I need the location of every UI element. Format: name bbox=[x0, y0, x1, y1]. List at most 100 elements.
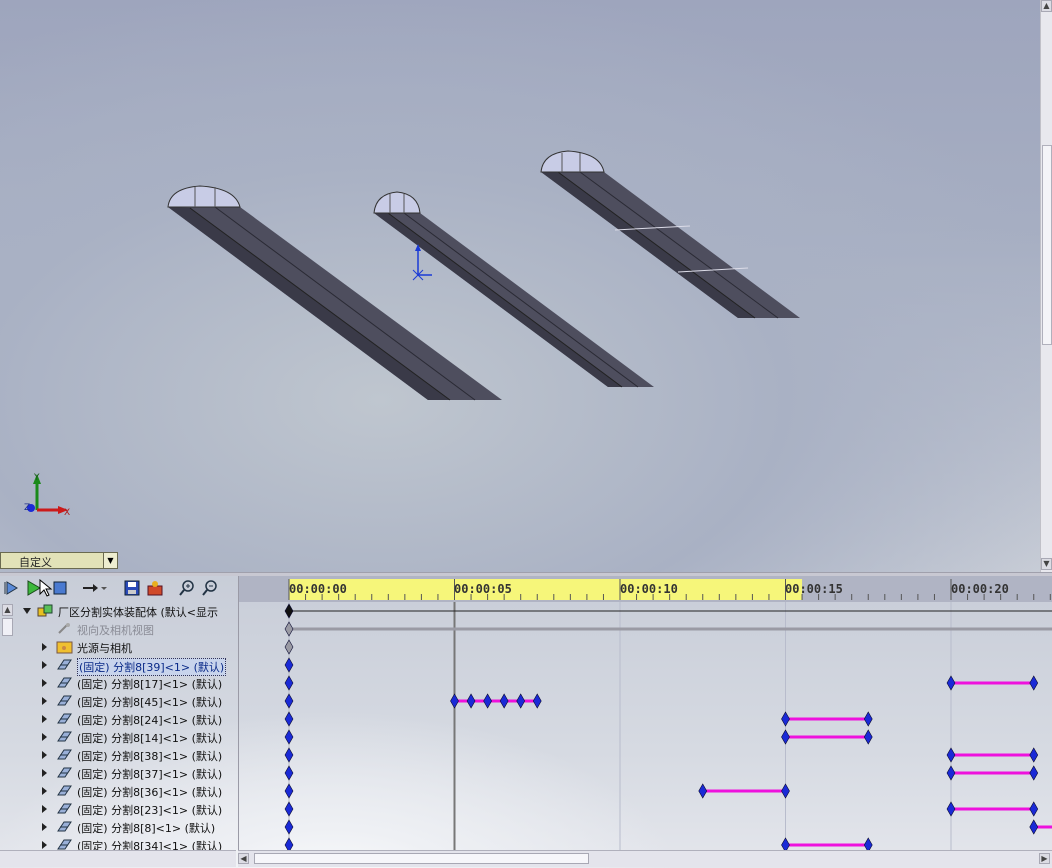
part-icon bbox=[57, 767, 72, 778]
part-icon bbox=[57, 695, 72, 706]
animation-wizard-icon[interactable] bbox=[146, 579, 164, 597]
keyframe-key[interactable] bbox=[284, 639, 294, 655]
keyframe-key[interactable] bbox=[516, 693, 526, 709]
keyframe-key[interactable] bbox=[946, 765, 956, 781]
scroll-down-arrow-icon[interactable]: ▼ bbox=[1041, 558, 1052, 570]
time-ruler[interactable]: 00:00:00 00:00:05 00:00:10 00:00:15 00:0… bbox=[289, 579, 1052, 601]
expand-icon[interactable] bbox=[42, 805, 47, 813]
expand-icon[interactable] bbox=[42, 733, 47, 741]
expand-icon[interactable] bbox=[42, 769, 47, 777]
keyframe-key[interactable] bbox=[1029, 801, 1039, 817]
stop-icon[interactable] bbox=[51, 579, 69, 597]
beam-part-3[interactable] bbox=[540, 150, 800, 319]
calculate-icon[interactable] bbox=[3, 579, 21, 597]
tree-row-part[interactable]: (固定) 分割8[45]<1> (默认) bbox=[16, 692, 236, 710]
tree-label: 光源与相机 bbox=[77, 642, 132, 655]
keyframe-key[interactable] bbox=[284, 693, 294, 709]
camera-view-icon bbox=[58, 623, 70, 634]
configuration-dropdown[interactable]: 自定义 ▼ bbox=[0, 552, 118, 569]
keyframe-key[interactable] bbox=[284, 621, 294, 637]
configuration-value: 自定义 bbox=[19, 556, 52, 569]
expand-icon[interactable] bbox=[42, 679, 47, 687]
scroll-thumb[interactable] bbox=[254, 853, 589, 864]
keyframe-key[interactable] bbox=[284, 657, 294, 673]
keyframe-key[interactable] bbox=[450, 693, 459, 709]
keyframe-key[interactable] bbox=[499, 693, 509, 709]
tree-row-part[interactable]: (固定) 分割8[8]<1> (默认) bbox=[16, 818, 236, 836]
keyframe-key[interactable] bbox=[284, 801, 294, 817]
keyframe-key[interactable] bbox=[284, 765, 294, 781]
keyframe-key[interactable] bbox=[781, 783, 790, 799]
expand-icon[interactable] bbox=[42, 661, 47, 669]
expand-icon[interactable] bbox=[42, 841, 47, 849]
chevron-down-icon[interactable]: ▼ bbox=[103, 553, 117, 568]
expand-icon[interactable] bbox=[42, 643, 47, 651]
tree-vertical-scrollbar[interactable]: ▲ bbox=[0, 600, 16, 852]
keyframe-key[interactable] bbox=[946, 675, 956, 691]
time-tick-label: 00:00:10 bbox=[620, 582, 678, 596]
collapse-icon[interactable] bbox=[23, 608, 31, 614]
keyframe-key[interactable] bbox=[863, 711, 873, 727]
keyframe-key[interactable] bbox=[1029, 747, 1039, 763]
tree-horizontal-scrollbar[interactable] bbox=[0, 850, 236, 867]
keyframe-key[interactable] bbox=[284, 783, 294, 799]
tree-row-part[interactable]: (固定) 分割8[37]<1> (默认) bbox=[16, 764, 236, 782]
keyframe-key[interactable] bbox=[1029, 765, 1039, 781]
part-icon bbox=[57, 821, 72, 832]
timeline-canvas[interactable] bbox=[239, 576, 1052, 852]
scroll-thumb[interactable] bbox=[2, 618, 13, 636]
expand-icon[interactable] bbox=[42, 823, 47, 831]
timeline-horizontal-scrollbar[interactable]: ◀ ▶ bbox=[238, 850, 1052, 867]
expand-icon[interactable] bbox=[42, 715, 47, 723]
tree-row-part[interactable]: (固定) 分割8[23]<1> (默认) bbox=[16, 800, 236, 818]
tree-label: 视向及相机视图 bbox=[77, 624, 154, 637]
keyframe-key[interactable] bbox=[466, 693, 476, 709]
expand-icon[interactable] bbox=[42, 787, 47, 795]
tree-row-part[interactable]: (固定) 分割8[24]<1> (默认) bbox=[16, 710, 236, 728]
keyframe-key[interactable] bbox=[1029, 675, 1039, 691]
tree-row-part[interactable]: (固定) 分割8[36]<1> (默认) bbox=[16, 782, 236, 800]
zoom-in-icon[interactable] bbox=[178, 579, 196, 597]
tree-label: (固定) 分割8[17]<1> (默认) bbox=[77, 678, 223, 691]
keyframe-key[interactable] bbox=[698, 783, 708, 799]
scroll-left-arrow-icon[interactable]: ◀ bbox=[238, 853, 249, 864]
keyframe-key[interactable] bbox=[781, 711, 790, 727]
tree-label: (固定) 分割8[8]<1> (默认) bbox=[77, 822, 216, 835]
tree-row-part[interactable]: (固定) 分割8[38]<1> (默认) bbox=[16, 746, 236, 764]
beam-part-1[interactable] bbox=[167, 185, 502, 401]
tree-row-part[interactable]: (固定) 分割8[14]<1> (默认) bbox=[16, 728, 236, 746]
tree-label: (固定) 分割8[23]<1> (默认) bbox=[77, 804, 223, 817]
expand-icon[interactable] bbox=[42, 751, 47, 759]
keyframe-key[interactable] bbox=[284, 603, 294, 619]
keyframe-key[interactable] bbox=[284, 675, 294, 691]
tree-row-assembly[interactable]: 厂区分割实体装配体 (默认<显示 bbox=[0, 602, 220, 620]
scroll-up-arrow-icon[interactable]: ▲ bbox=[1041, 0, 1052, 12]
expand-icon[interactable] bbox=[42, 697, 47, 705]
playback-mode-icon[interactable] bbox=[80, 579, 108, 597]
tree-row-lights-cameras[interactable]: 光源与相机 bbox=[16, 638, 236, 656]
zoom-out-icon[interactable] bbox=[201, 579, 219, 597]
keyframe-key[interactable] bbox=[284, 747, 294, 763]
keyframe-key[interactable] bbox=[946, 801, 956, 817]
tree-row-part[interactable]: (固定) 分割8[17]<1> (默认) bbox=[16, 674, 236, 692]
graphics-viewport[interactable]: Y X Z 自定义 ▼ bbox=[0, 0, 1040, 572]
keyframe-key[interactable] bbox=[284, 819, 294, 835]
save-animation-icon[interactable] bbox=[123, 579, 141, 597]
keyframe-key[interactable] bbox=[284, 729, 294, 745]
keyframe-key[interactable] bbox=[1029, 819, 1039, 835]
keyframe-key[interactable] bbox=[863, 729, 873, 745]
viewport-vertical-scrollbar[interactable]: ▲ ▼ bbox=[1040, 0, 1052, 572]
lights-folder-icon bbox=[56, 641, 73, 654]
motion-toolbar bbox=[0, 576, 236, 600]
scroll-thumb[interactable] bbox=[1042, 145, 1052, 345]
tree-row-camera-views[interactable]: 视向及相机视图 bbox=[16, 620, 236, 638]
keyframe-key[interactable] bbox=[946, 747, 956, 763]
timeline-area[interactable]: 00:00:00 00:00:05 00:00:10 00:00:15 00:0… bbox=[238, 576, 1052, 852]
keyframe-key[interactable] bbox=[483, 693, 492, 709]
scroll-right-arrow-icon[interactable]: ▶ bbox=[1039, 853, 1050, 864]
tree-row-part[interactable]: (固定) 分割8[39]<1> (默认) bbox=[16, 656, 236, 676]
keyframe-key[interactable] bbox=[781, 729, 790, 745]
keyframe-key[interactable] bbox=[532, 693, 542, 709]
keyframe-key[interactable] bbox=[284, 711, 294, 727]
tree-label: (固定) 分割8[24]<1> (默认) bbox=[77, 714, 223, 727]
